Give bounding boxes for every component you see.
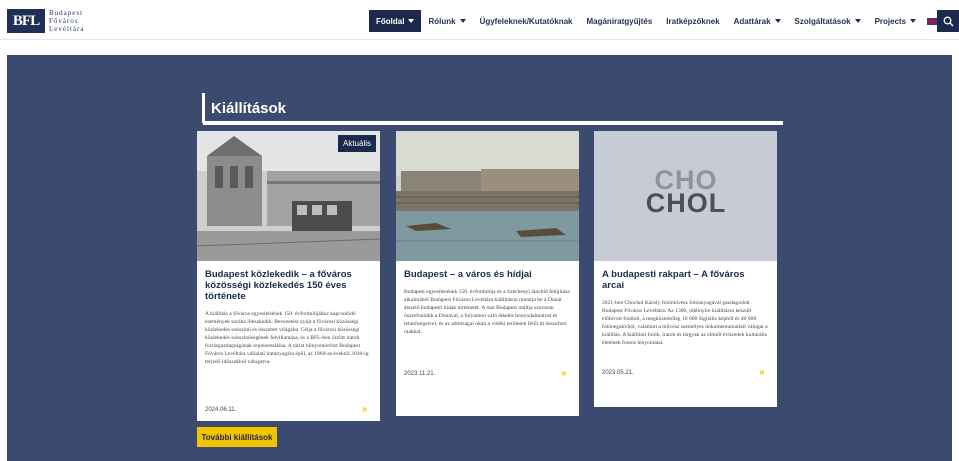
nav-label: Ügyfeleknek/Kutatóknak (479, 16, 573, 26)
card-description: A kiállítás a főváros egyesítésének 150.… (205, 311, 369, 365)
card-body: Budapest közlekedik – a főváros közösség… (197, 261, 380, 374)
exhibition-image[interactable] (396, 131, 579, 261)
card-title[interactable]: Budapest – a város és hídjai (404, 269, 571, 280)
search-button[interactable] (937, 10, 959, 32)
exhibition-card[interactable]: CHO CHOL A budapesti rakpart – A főváros… (594, 131, 777, 407)
nav-item-clients[interactable]: Ügyfeleknek/Kutatóknak (473, 10, 580, 32)
logo-text: Budapest Főváros Levéltára (49, 9, 84, 33)
nav-item-home[interactable]: Főoldal (369, 10, 422, 32)
logo-line: CHOL (645, 188, 727, 218)
nav-label: Rólunk (428, 16, 456, 26)
chevron-right-icon[interactable]: » (759, 367, 765, 378)
chevron-down-icon (459, 19, 466, 23)
nav-label: Adattárak (733, 16, 771, 26)
nav-item-databases[interactable]: Adattárak (727, 10, 788, 32)
site-logo[interactable]: BFL Budapest Főváros Levéltára (7, 9, 84, 33)
nav-label: Iratképzőknek (666, 16, 720, 26)
card-description: Budapest egyesítésének 150. évfordulója … (404, 289, 570, 335)
main-nav: Főoldal Rólunk Ügyfeleknek/Kutatóknak Ma… (369, 10, 959, 32)
logo-line-1: Budapest (49, 9, 84, 17)
section-title-rule (203, 121, 783, 125)
exhibition-card[interactable]: Aktuális Budapest közlekedik – a főváros… (197, 131, 380, 421)
logo-line-2: Főváros (49, 17, 79, 25)
nav-label: Főoldal (376, 16, 405, 26)
card-date: 2024.06.11. (205, 407, 237, 413)
card-date: 2023.05.21. (602, 370, 634, 376)
card-body: Budapest – a város és hídjai Budapest eg… (396, 261, 579, 344)
card-body: A budapesti rakpart – A főváros arcai 20… (594, 261, 777, 355)
flag-uk-icon[interactable] (927, 17, 938, 25)
exhibition-image[interactable]: Aktuális (197, 131, 380, 261)
exhibitions-section: Kiállítások Aktuális Budapest közlekedik… (7, 55, 952, 461)
logo-mark: BFL (7, 9, 45, 33)
chochol-logo: CHO CHOL (636, 167, 736, 218)
search-icon (943, 16, 953, 26)
nav-item-private-collections[interactable]: Magániratgyűjtés (579, 10, 659, 32)
site-header: BFL Budapest Főváros Levéltára Főoldal R… (0, 0, 959, 40)
chevron-right-icon[interactable]: » (561, 368, 567, 379)
exhibition-image[interactable]: CHO CHOL (594, 131, 777, 261)
nav-item-services[interactable]: Szolgáltatások (788, 10, 868, 32)
logo-line-3: Levéltára (49, 25, 85, 33)
chevron-right-icon[interactable]: » (362, 404, 368, 415)
exhibition-card[interactable]: Budapest – a város és hídjai Budapest eg… (396, 131, 579, 416)
nav-item-projects[interactable]: Projects (868, 10, 924, 32)
section-title: Kiállítások (202, 93, 286, 123)
status-badge: Aktuális (337, 135, 376, 152)
nav-label: Projects (874, 16, 907, 26)
bridge-painting (396, 131, 579, 261)
chevron-down-icon (408, 19, 415, 23)
card-description: 2021-ben Chochol Károly fotóművész fotóa… (602, 300, 768, 346)
chevron-down-icon (910, 19, 917, 23)
nav-item-record-creators[interactable]: Iratképzőknek (659, 10, 726, 32)
nav-label: Magániratgyűjtés (586, 16, 653, 26)
nav-item-about[interactable]: Rólunk (421, 10, 472, 32)
nav-label: Szolgáltatások (794, 16, 851, 26)
card-date: 2023.11.21. (404, 371, 436, 377)
card-title[interactable]: Budapest közlekedik – a főváros közösség… (205, 269, 372, 302)
more-exhibitions-button[interactable]: További kiállítások (197, 427, 277, 447)
chevron-down-icon (774, 19, 781, 23)
chevron-down-icon (854, 19, 861, 23)
card-title[interactable]: A budapesti rakpart – A főváros arcai (602, 269, 769, 291)
